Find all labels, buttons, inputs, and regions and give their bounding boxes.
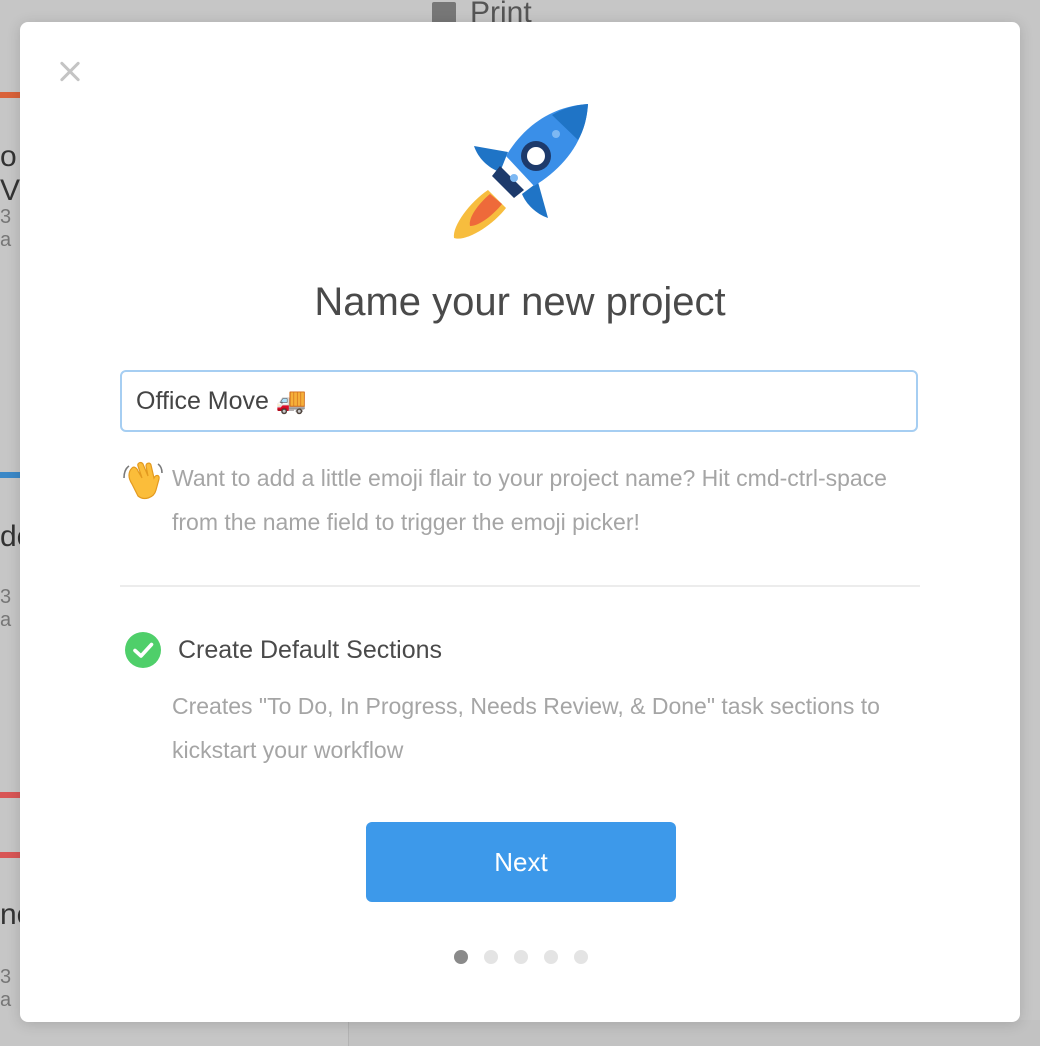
card-title: o V: [0, 140, 20, 207]
pagination-dot[interactable]: [514, 950, 528, 964]
card-title: de: [0, 520, 20, 553]
page-title: Name your new project: [314, 280, 726, 324]
next-button[interactable]: Next: [366, 822, 676, 902]
card-subtitle: 3 a: [0, 966, 12, 1011]
project-name-input[interactable]: [120, 370, 918, 432]
pagination-dots: [454, 950, 588, 964]
pagination-dot[interactable]: [454, 950, 468, 964]
option-description: Creates "To Do, In Progress, Needs Revie…: [172, 693, 880, 763]
default-sections-option[interactable]: Create Default Sections: [124, 631, 442, 669]
emoji-hint: Want to add a little emoji flair to your…: [120, 458, 920, 544]
pagination-dot[interactable]: [544, 950, 558, 964]
new-project-modal: Name your new project Want to add a litt…: [20, 22, 1020, 1022]
background-panel: [348, 1020, 1040, 1046]
pagination-dot[interactable]: [574, 950, 588, 964]
card-subtitle: 3 a: [0, 586, 12, 631]
checkmark-icon[interactable]: [124, 631, 162, 669]
document-icon: [432, 2, 456, 24]
divider: [120, 585, 920, 587]
waving-hand-icon: [123, 461, 163, 500]
hint-text: Want to add a little emoji flair to your…: [172, 465, 887, 535]
close-icon[interactable]: [56, 58, 84, 86]
card-subtitle: 3 a: [0, 206, 12, 251]
card-title: no: [0, 898, 20, 931]
option-title: Create Default Sections: [178, 635, 443, 664]
pagination-dot[interactable]: [484, 950, 498, 964]
rocket-icon: [453, 104, 588, 239]
